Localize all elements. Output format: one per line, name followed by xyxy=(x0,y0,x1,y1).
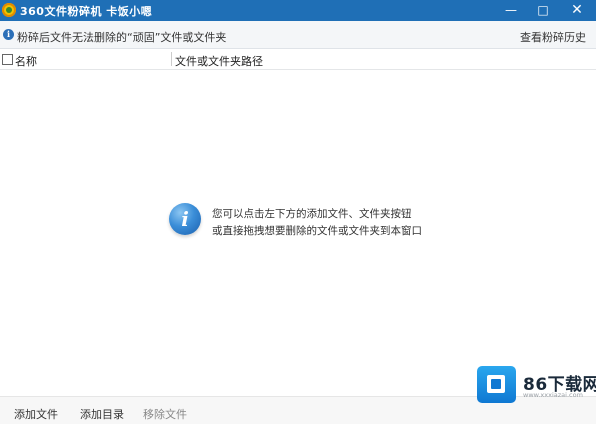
watermark-logo-icon xyxy=(477,366,516,403)
remove-file-button[interactable]: 移除文件 xyxy=(143,406,187,422)
add-directory-button[interactable]: 添加目录 xyxy=(80,406,124,422)
column-header-path[interactable]: 文件或文件夹路径 xyxy=(175,53,263,69)
cube-icon xyxy=(487,375,505,393)
info-text: 粉碎后文件无法删除的“顽固”文件或文件夹 xyxy=(17,31,227,44)
view-history-link[interactable]: 查看粉碎历史 xyxy=(520,29,586,45)
maximize-button[interactable]: □ xyxy=(528,0,558,21)
title-bar: 360文件粉碎机 卡饭小嗯 — □ ✕ xyxy=(0,0,596,21)
info-large-icon: i xyxy=(169,203,201,235)
empty-hint-line-1: 您可以点击左下方的添加文件、文件夹按钮 xyxy=(212,208,412,220)
column-divider[interactable] xyxy=(171,52,172,66)
add-file-button[interactable]: 添加文件 xyxy=(14,406,58,422)
close-button[interactable]: ✕ xyxy=(562,0,592,21)
watermark-url: www.xxxiazai.com xyxy=(523,391,583,399)
select-all-checkbox[interactable] xyxy=(2,54,13,65)
info-icon: i xyxy=(3,29,14,40)
file-table-header: 名称 文件或文件夹路径 xyxy=(0,49,596,70)
info-bar: i 粉碎后文件无法删除的“顽固”文件或文件夹 查看粉碎历史 xyxy=(0,21,596,49)
minimize-button[interactable]: — xyxy=(496,0,526,21)
window-title: 360文件粉碎机 卡饭小嗯 xyxy=(20,5,153,18)
empty-hint-line-2: 或直接拖拽想要删除的文件或文件夹到本窗口 xyxy=(212,225,422,237)
column-header-name[interactable]: 名称 xyxy=(15,53,37,69)
360-logo-icon xyxy=(2,3,16,17)
